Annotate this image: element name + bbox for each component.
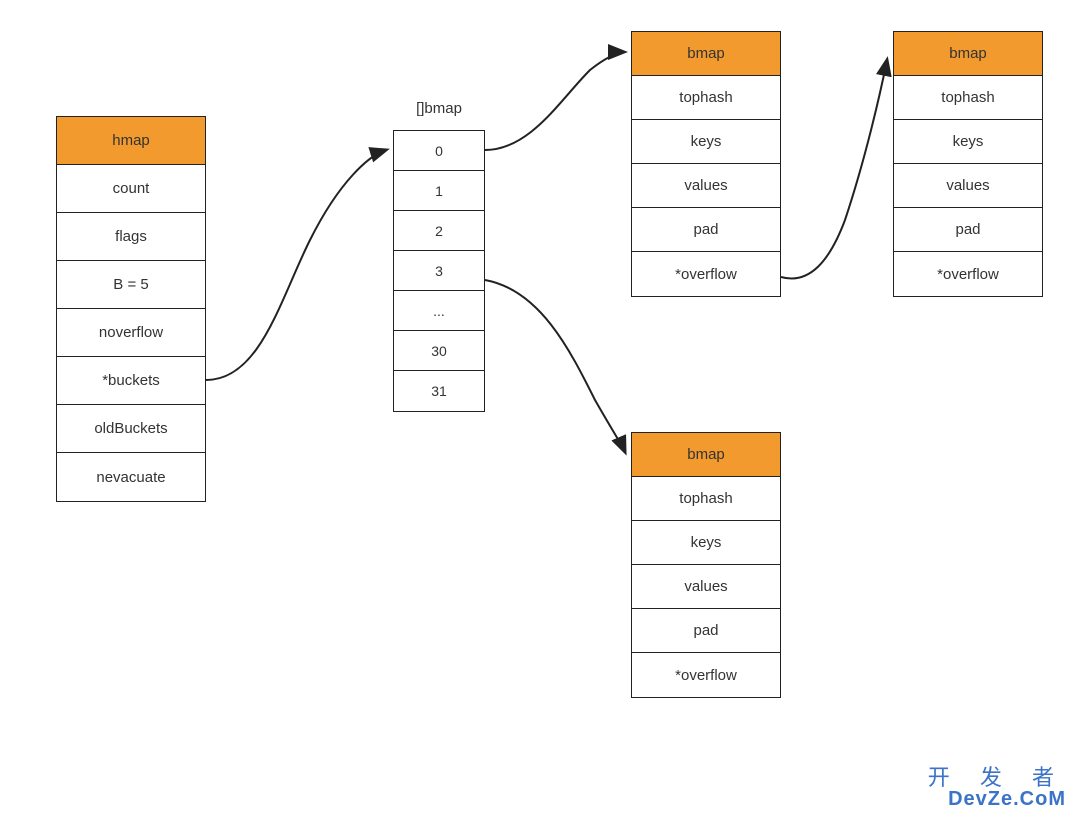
watermark-cn: 开 发 者 [928, 766, 1066, 789]
watermark: 开 发 者 DevZe.CoM [928, 766, 1066, 810]
bmap-array-cell: 3 [394, 251, 484, 291]
bmap-field: values [632, 565, 780, 609]
bmap-array-cell: 30 [394, 331, 484, 371]
hmap-field: oldBuckets [57, 405, 205, 453]
bmap-field: tophash [632, 477, 780, 521]
hmap-field: flags [57, 213, 205, 261]
bmap-field: keys [894, 120, 1042, 164]
arrow-index0-to-bmap1 [485, 52, 624, 150]
arrow-overflow-to-bmap2 [781, 60, 887, 278]
bmap-field: pad [632, 208, 780, 252]
bmap-struct-1: bmap tophash keys values pad *overflow [631, 31, 781, 297]
bmap-field-overflow: *overflow [894, 252, 1042, 296]
bmap-field: pad [632, 609, 780, 653]
diagram-stage: { "colors": { "header_bg": "#f29a2e", "b… [0, 0, 1080, 818]
bmap-array-cell: 1 [394, 171, 484, 211]
bmap-field: pad [894, 208, 1042, 252]
bmap-array-cell: 2 [394, 211, 484, 251]
arrow-buckets-to-array [206, 150, 386, 380]
watermark-en: DevZe.CoM [928, 789, 1066, 810]
bmap-array-label: []bmap [393, 100, 485, 117]
bmap-field-overflow: *overflow [632, 653, 780, 697]
bmap-array-cell: ... [394, 291, 484, 331]
hmap-field: nevacuate [57, 453, 205, 501]
bmap-title: bmap [894, 32, 1042, 76]
bmap-field: keys [632, 120, 780, 164]
bmap-title: bmap [632, 32, 780, 76]
hmap-field: B = 5 [57, 261, 205, 309]
bmap-field: values [632, 164, 780, 208]
bmap-field-overflow: *overflow [632, 252, 780, 296]
bmap-field: keys [632, 521, 780, 565]
bmap-field: tophash [894, 76, 1042, 120]
bmap-struct-3: bmap tophash keys values pad *overflow [631, 432, 781, 698]
hmap-title: hmap [57, 117, 205, 165]
hmap-field: count [57, 165, 205, 213]
bmap-field: values [894, 164, 1042, 208]
arrow-index3-to-bmap3 [485, 280, 625, 452]
bmap-field: tophash [632, 76, 780, 120]
bmap-struct-2: bmap tophash keys values pad *overflow [893, 31, 1043, 297]
bmap-array-cell: 0 [394, 131, 484, 171]
bmap-array-cell: 31 [394, 371, 484, 411]
hmap-field-buckets: *buckets [57, 357, 205, 405]
bmap-title: bmap [632, 433, 780, 477]
hmap-field: noverflow [57, 309, 205, 357]
hmap-struct: hmap count flags B = 5 noverflow *bucket… [56, 116, 206, 502]
bmap-array: 0 1 2 3 ... 30 31 [393, 130, 485, 412]
